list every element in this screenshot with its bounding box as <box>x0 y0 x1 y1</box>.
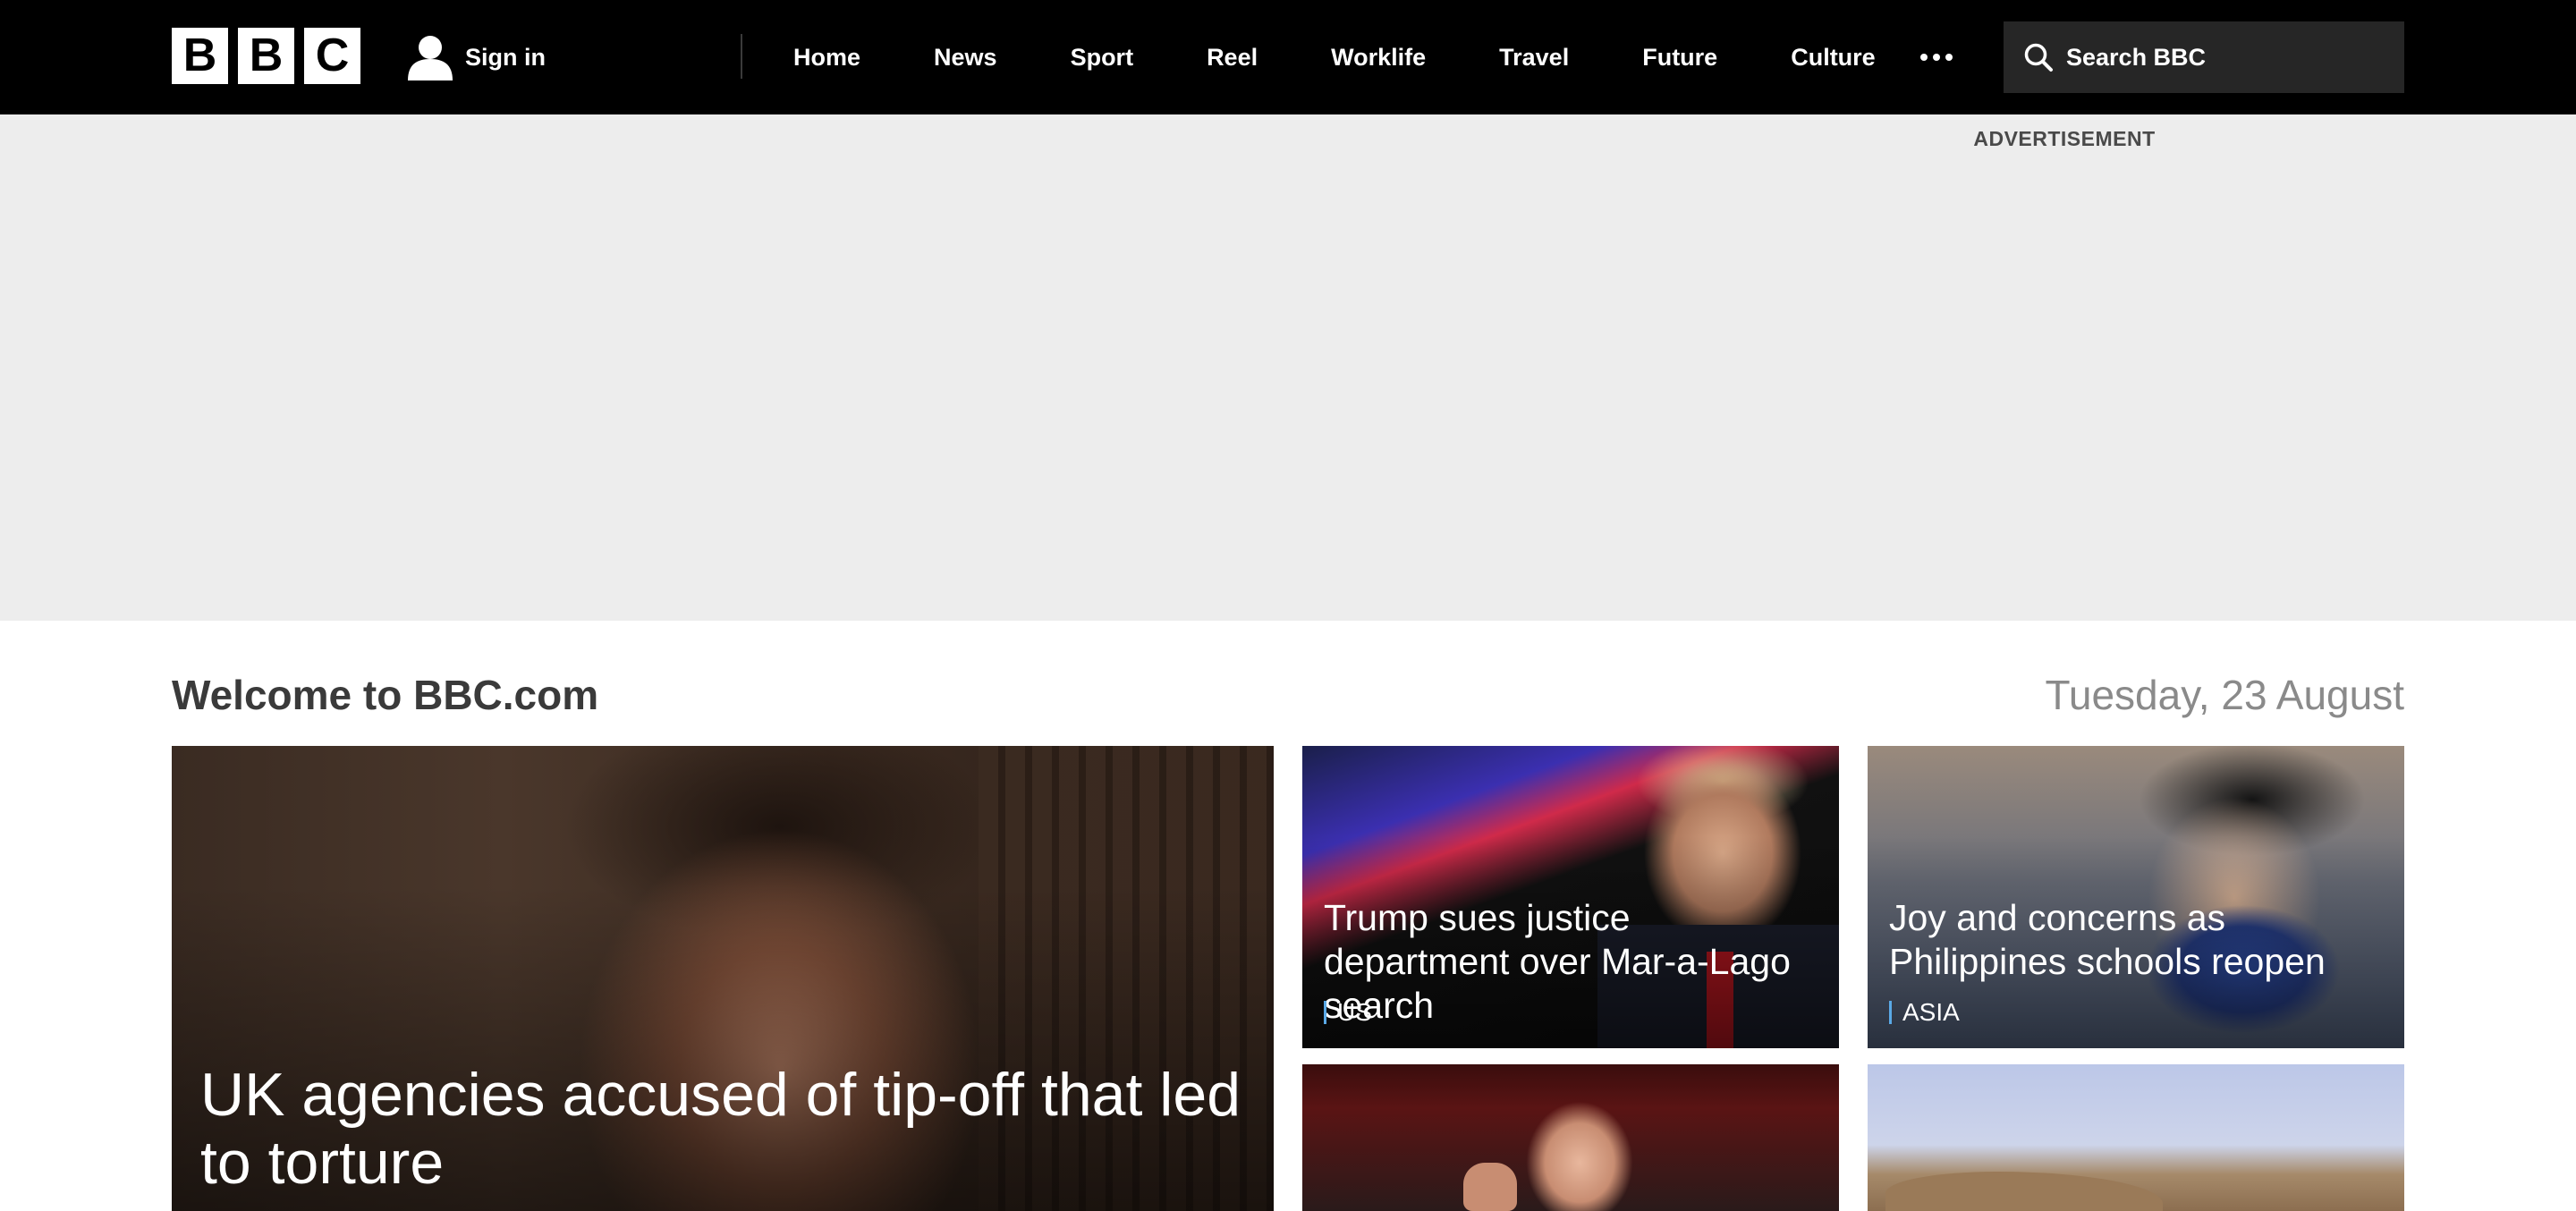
nav-item-reel[interactable]: Reel <box>1207 44 1258 72</box>
tag-label: ASIA <box>1902 998 1960 1026</box>
sign-in-label: Sign in <box>465 43 546 71</box>
more-dot <box>1920 54 1928 61</box>
tag-accent-bar <box>1889 1001 1892 1024</box>
current-date: Tuesday, 23 August <box>2045 672 2405 718</box>
story-card-football[interactable] <box>1302 1064 1839 1211</box>
top-navigation-bar: B B C Sign in Home News Sport Reel Workl… <box>0 0 2576 114</box>
search-placeholder: Search BBC <box>2066 43 2207 71</box>
more-dot <box>1945 54 1953 61</box>
story-image-detail <box>1885 1172 2163 1211</box>
story-headline[interactable]: Trump sues justice department over Mar-a… <box>1324 896 1825 1028</box>
story-image-detail <box>1463 1163 1517 1211</box>
bbc-logo[interactable]: B B C <box>172 28 360 84</box>
nav-item-sport[interactable]: Sport <box>1071 44 1134 72</box>
lead-story-card[interactable]: UK agencies accused of tip-off that led … <box>172 746 1274 1211</box>
logo-letter-b1: B <box>172 28 228 84</box>
page-title: Welcome to BBC.com <box>172 672 599 718</box>
sign-in-button[interactable]: Sign in <box>408 32 546 82</box>
more-dots-icon[interactable] <box>1920 54 1953 61</box>
logo-letter-b2: B <box>238 28 294 84</box>
user-icon <box>408 36 453 80</box>
nav-item-future[interactable]: Future <box>1642 44 1717 72</box>
tag-label: US <box>1337 998 1372 1026</box>
search-input[interactable]: Search BBC <box>2004 21 2404 93</box>
more-dot <box>1933 54 1940 61</box>
advertisement-label: ADVERTISEMENT <box>1973 127 2156 150</box>
nav-divider <box>741 34 742 79</box>
nav-item-worklife[interactable]: Worklife <box>1331 44 1426 72</box>
advertisement-area: ADVERTISEMENT <box>0 114 2576 621</box>
story-card-ancient-site[interactable] <box>1868 1064 2404 1211</box>
lead-story-headline[interactable]: UK agencies accused of tip-off that led … <box>200 1061 1256 1197</box>
nav-item-news[interactable]: News <box>934 44 997 72</box>
story-card-trump[interactable]: Trump sues justice department over Mar-a… <box>1302 746 1839 1048</box>
nav-item-travel[interactable]: Travel <box>1499 44 1569 72</box>
logo-letter-c: C <box>304 28 360 84</box>
nav-item-home[interactable]: Home <box>793 44 860 72</box>
story-section-tag[interactable]: US <box>1324 998 1372 1027</box>
story-card-philippines[interactable]: Joy and concerns as Philippines schools … <box>1868 746 2404 1048</box>
main-nav: Home News Sport Reel Worklife Travel Fut… <box>793 0 1876 114</box>
story-headline[interactable]: Joy and concerns as Philippines schools … <box>1889 896 2390 984</box>
tag-accent-bar <box>1324 1001 1326 1024</box>
search-icon <box>2024 43 2053 72</box>
story-section-tag[interactable]: ASIA <box>1889 998 1960 1027</box>
nav-item-culture[interactable]: Culture <box>1791 44 1876 72</box>
